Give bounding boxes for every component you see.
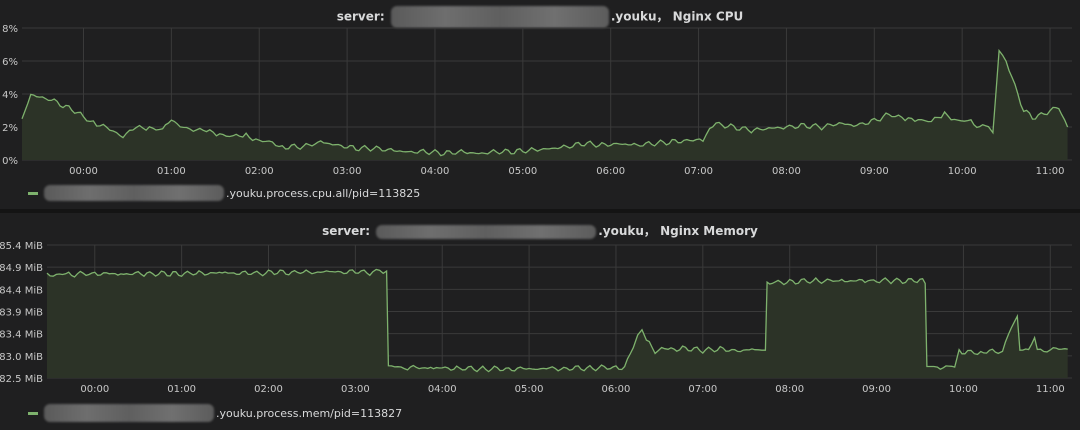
x-tick-label: 03:00 xyxy=(341,384,370,395)
x-tick-label: 10:00 xyxy=(949,384,978,395)
cpu-panel: server: .youku， Nginx CPU 0% 2% 4% 6% 8% 00:0… xyxy=(0,0,1080,209)
title-suffix: .youku， Nginx Memory xyxy=(598,224,758,238)
legend-label: .youku.process.cpu.all/pid=113825 xyxy=(226,186,421,200)
y-tick-label: 83.0 MiB xyxy=(0,352,43,363)
series-area xyxy=(47,269,1068,378)
redacted-hostname xyxy=(44,185,224,201)
redacted-hostname xyxy=(44,404,214,422)
y-tick-label: 84.9 MiB xyxy=(0,263,43,274)
y-tick-label: 6% xyxy=(2,57,18,68)
y-tick-label: 83.9 MiB xyxy=(0,308,43,319)
x-tick-label: 09:00 xyxy=(860,166,889,177)
title-prefix: server: xyxy=(322,224,371,238)
x-tick-label: 09:00 xyxy=(862,384,891,395)
x-tick-label: 00:00 xyxy=(69,166,98,177)
x-tick-label: 07:00 xyxy=(688,384,717,395)
x-tick-label: 03:00 xyxy=(333,166,362,177)
memory-chart: 82.5 MiB 83.0 MiB 83.4 MiB 83.9 MiB 84.4 MiB… xyxy=(0,241,1072,395)
y-tick-label: 82.5 MiB xyxy=(0,374,43,385)
x-tick-label: 02:00 xyxy=(254,384,283,395)
x-tick-label: 08:00 xyxy=(775,384,804,395)
x-tick-label: 11:00 xyxy=(1036,384,1065,395)
x-tick-label: 08:00 xyxy=(772,166,801,177)
cpu-chart: 0% 2% 4% 6% 8% 00:00 01:00 02:00 03:00 04:00 05:00… xyxy=(2,24,1072,177)
series-area xyxy=(22,50,1068,160)
panel-title[interactable]: server: .youku， Nginx Memory xyxy=(0,222,1080,239)
x-tick-label: 01:00 xyxy=(167,384,196,395)
x-tick-label: 04:00 xyxy=(421,166,450,177)
legend-swatch xyxy=(28,411,38,415)
x-tick-label: 06:00 xyxy=(602,384,631,395)
x-tick-label: 04:00 xyxy=(428,384,457,395)
x-tick-label: 11:00 xyxy=(1036,166,1065,177)
x-tick-label: 02:00 xyxy=(245,166,274,177)
legend[interactable]: .youku.process.mem/pid=113827 xyxy=(28,404,402,422)
x-tick-label: 05:00 xyxy=(508,166,537,177)
x-tick-label: 00:00 xyxy=(80,384,109,395)
y-tick-label: 2% xyxy=(2,123,18,134)
y-tick-label: 8% xyxy=(2,24,18,35)
legend-label: .youku.process.mem/pid=113827 xyxy=(216,406,403,420)
x-tick-label: 06:00 xyxy=(596,166,625,177)
y-tick-label: 0% xyxy=(2,156,18,167)
x-tick-label: 10:00 xyxy=(948,166,977,177)
y-tick-label: 84.4 MiB xyxy=(0,285,43,296)
x-tick-label: 07:00 xyxy=(684,166,713,177)
y-tick-label: 85.4 MiB xyxy=(0,241,43,252)
redacted-hostname xyxy=(376,224,597,239)
legend[interactable]: .youku.process.cpu.all/pid=113825 xyxy=(28,185,420,201)
x-tick-label: 01:00 xyxy=(157,166,186,177)
x-tick-label: 05:00 xyxy=(515,384,544,395)
y-tick-label: 4% xyxy=(2,90,18,101)
y-tick-label: 83.4 MiB xyxy=(0,330,43,341)
memory-panel: server: .youku， Nginx Memory 82.5 MiB 83.… xyxy=(0,213,1080,430)
legend-swatch xyxy=(28,191,38,195)
